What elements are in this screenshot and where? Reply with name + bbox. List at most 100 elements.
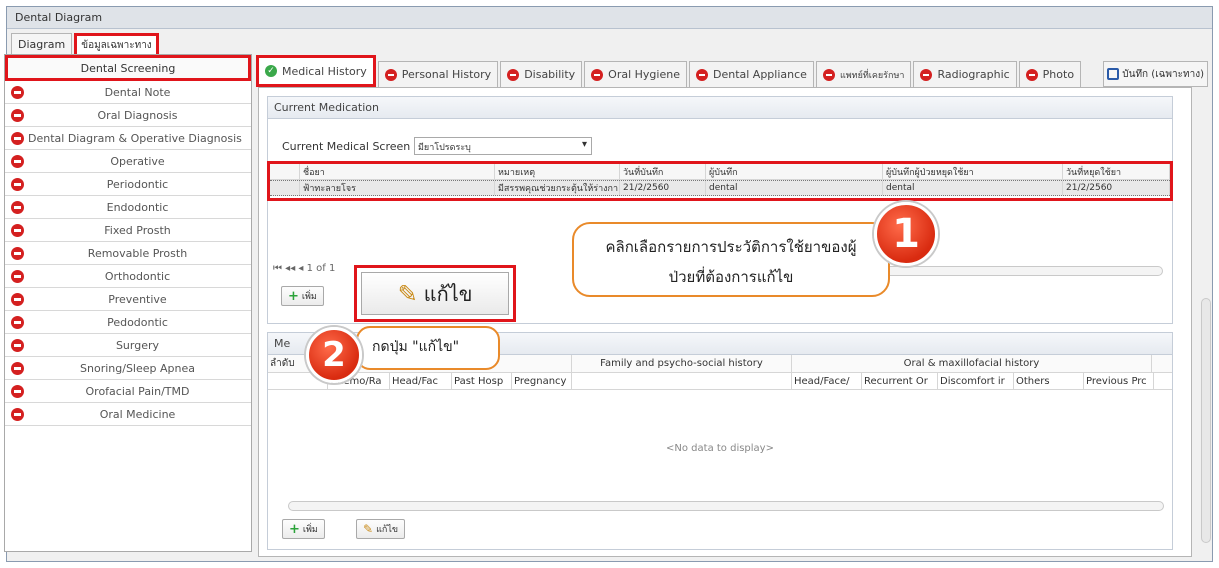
save-specialty-button[interactable]: บันทึก (เฉพาะทาง): [1103, 61, 1208, 87]
tab-photo[interactable]: Photo: [1018, 61, 1082, 87]
vertical-scrollbar[interactable]: [1199, 88, 1213, 558]
empty-grid-message: <No data to display>: [666, 443, 774, 454]
history-sub-header: Chemo/Ra Head/Fac Past Hosp Pregnancy He…: [268, 373, 1172, 390]
tab-dental-appliance[interactable]: Dental Appliance: [688, 61, 814, 87]
instruction-callout-1: คลิกเลือกรายการประวัติการใช้ยาของผู้ ป่ว…: [572, 222, 890, 297]
minus-icon: [11, 315, 24, 329]
tab-radiographic[interactable]: Radiographic: [913, 61, 1017, 87]
sidebar-item-oral-medicine[interactable]: Oral Medicine: [5, 403, 251, 426]
col-drug-name[interactable]: ชื่อยา: [300, 164, 495, 179]
sidebar-item-orofacial-pain[interactable]: Orofacial Pain/TMD: [5, 380, 251, 403]
instruction-callout-2: กดปุ่ม "แก้ไข": [356, 326, 500, 370]
col-head-face[interactable]: Head/Fac: [390, 373, 452, 389]
tab-medical-history[interactable]: ✓ Medical History: [256, 55, 376, 87]
sidebar-item-preventive[interactable]: Preventive: [5, 288, 251, 311]
cell-note: มีสรรพคุณช่วยกระตุ้นให้ร่างกา: [495, 181, 620, 195]
sidebar: Dental Screening Dental Note Oral Diagno…: [4, 54, 252, 552]
sidebar-item-label: Surgery: [115, 338, 160, 352]
col-past-hosp[interactable]: Past Hosp: [452, 373, 512, 389]
minus-icon: [920, 68, 933, 81]
sidebar-item-fixed-prosth[interactable]: Fixed Prosth: [5, 219, 251, 242]
minus-icon: [11, 200, 24, 214]
sidebar-item-snoring[interactable]: Snoring/Sleep Apnea: [5, 357, 251, 380]
minus-icon: [11, 269, 24, 283]
pencil-icon: ✎: [397, 279, 418, 308]
col-oral-maxillofacial[interactable]: Oral & maxillofacial history: [792, 355, 1152, 372]
tab-personal-history[interactable]: Personal History: [377, 61, 499, 87]
col-family-psychosocial[interactable]: Family and psycho-social history: [572, 355, 792, 372]
button-label: แก้ไข: [423, 281, 473, 306]
horizontal-scrollbar[interactable]: [288, 501, 1164, 511]
content-panel: Current Medication Current Medical Scree…: [258, 87, 1192, 557]
floppy-icon: [1107, 68, 1120, 80]
minus-icon: [11, 292, 24, 306]
sidebar-item-surgery[interactable]: Surgery: [5, 334, 251, 357]
col-stop-date[interactable]: วันที่หยุดใช้ยา: [1063, 164, 1170, 179]
content-tab-bar: ✓ Medical History Personal History Disabi…: [256, 55, 1208, 87]
sidebar-item-oral-diagnosis[interactable]: Oral Diagnosis: [5, 104, 251, 127]
col-stop-recorder[interactable]: ผู้บันทึกผู้ป่วยหยุดใช้ยา: [883, 164, 1063, 179]
sidebar-item-label: Snoring/Sleep Apnea: [80, 361, 195, 375]
col-pregnancy[interactable]: Pregnancy: [512, 373, 572, 389]
col-recurrent[interactable]: Recurrent Or: [862, 373, 938, 389]
sidebar-item-label: Dental Note: [104, 85, 171, 99]
grid-pager[interactable]: ⏮ ◂◂ ◂ 1 of 1: [273, 263, 335, 274]
scroll-thumb[interactable]: [1201, 298, 1211, 543]
callout-text: คลิกเลือกรายการประวัติการใช้ยาของผู้: [605, 238, 857, 256]
save-label: บันทึก (เฉพาะทาง): [1122, 68, 1204, 80]
minus-icon: [11, 131, 24, 145]
grid-header-row: ชื่อยา หมายเหตุ วันที่บันทึก ผู้บันทึก ผ…: [270, 164, 1170, 180]
sidebar-item-label: Preventive: [108, 292, 167, 306]
tab-previous-doctor[interactable]: แพทย์ที่เคยรักษา: [815, 61, 912, 87]
col-record-date[interactable]: วันที่บันทึก: [620, 164, 706, 179]
add-medication-button[interactable]: + เพิ่ม: [281, 286, 324, 306]
sidebar-item-dental-note[interactable]: Dental Note: [5, 81, 251, 104]
tab-oral-hygiene[interactable]: Oral Hygiene: [584, 61, 687, 87]
sidebar-item-endodontic[interactable]: Endodontic: [5, 196, 251, 219]
table-row[interactable]: ฟ้าทะลายโจร มีสรรพคุณช่วยกระตุ้นให้ร่างก…: [270, 180, 1170, 196]
col-recorder[interactable]: ผู้บันทึก: [706, 164, 883, 179]
tab-label: Personal History: [401, 68, 492, 81]
col-others[interactable]: Others: [1014, 373, 1084, 389]
edit-medication-button[interactable]: ✎ แก้ไข: [361, 272, 509, 315]
sidebar-item-label: Fixed Prosth: [104, 223, 171, 237]
minus-icon: [11, 85, 24, 99]
grid-indicator-col: [270, 164, 300, 179]
medication-grid: ชื่อยา หมายเหตุ วันที่บันทึก ผู้บันทึก ผ…: [267, 161, 1173, 201]
sidebar-item-label: Endodontic: [106, 200, 169, 214]
button-label: แก้ไข: [376, 525, 398, 535]
tab-label: Oral Hygiene: [608, 68, 680, 81]
button-label: เพิ่ม: [301, 292, 317, 302]
pager-nav-icon[interactable]: ⏮ ◂◂ ◂: [273, 263, 307, 274]
add-history-button[interactable]: + เพิ่ม: [282, 519, 325, 539]
minus-icon: [822, 68, 835, 81]
edit-button-highlight: ✎ แก้ไข: [354, 265, 516, 322]
sidebar-item-operative[interactable]: Operative: [5, 150, 251, 173]
col-discomfort[interactable]: Discomfort ir: [938, 373, 1014, 389]
cell-record-date: 21/2/2560: [620, 181, 706, 195]
row-indicator: [270, 181, 300, 195]
minus-icon: [11, 223, 24, 237]
tab-disability[interactable]: Disability: [500, 61, 583, 87]
plus-icon: +: [289, 521, 300, 537]
sub-col-blank: [572, 373, 792, 389]
col-previous-proc[interactable]: Previous Prc: [1084, 373, 1154, 389]
edit-history-button[interactable]: ✎ แก้ไข: [356, 519, 405, 539]
current-medical-screen-select[interactable]: มียาโปรดระบุ: [414, 137, 592, 155]
col-note[interactable]: หมายเหตุ: [495, 164, 620, 179]
window-title: Dental Diagram: [7, 7, 1212, 29]
cell-stop-date: 21/2/2560: [1063, 181, 1170, 195]
col-head-face-2[interactable]: Head/Face/: [792, 373, 862, 389]
sidebar-item-dental-diagram-operative[interactable]: Dental Diagram & Operative Diagnosis: [5, 127, 251, 150]
minus-icon: [11, 384, 24, 398]
sidebar-item-label: Removable Prosth: [87, 246, 188, 260]
minus-icon: [11, 177, 24, 191]
horizontal-scrollbar[interactable]: [879, 266, 1163, 276]
sidebar-item-removable-prosth[interactable]: Removable Prosth: [5, 242, 251, 265]
sidebar-item-pedodontic[interactable]: Pedodontic: [5, 311, 251, 334]
sidebar-item-periodontic[interactable]: Periodontic: [5, 173, 251, 196]
minus-icon: [695, 68, 708, 81]
plus-icon: +: [288, 288, 299, 304]
sidebar-item-dental-screening[interactable]: Dental Screening: [5, 55, 251, 81]
sidebar-item-orthodontic[interactable]: Orthodontic: [5, 265, 251, 288]
